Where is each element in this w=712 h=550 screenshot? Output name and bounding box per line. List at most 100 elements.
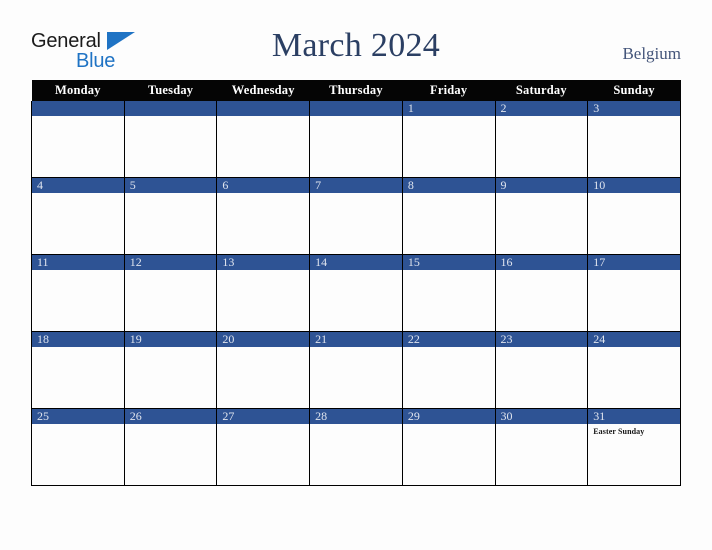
day-number <box>217 101 310 116</box>
calendar-day-cell[interactable]: 6 <box>216 177 311 255</box>
calendar-day-cell[interactable]: 19 <box>123 331 218 409</box>
calendar-day-cell[interactable]: 17 <box>587 254 681 332</box>
calendar-day-cell[interactable]: 5 <box>123 177 218 255</box>
calendar-day-cell[interactable]: 14 <box>309 254 403 332</box>
page-title: March 2024 <box>271 27 441 64</box>
day-number: 27 <box>217 409 310 424</box>
day-number <box>32 101 124 116</box>
day-events <box>125 270 217 272</box>
day-events <box>310 116 402 118</box>
day-events <box>217 270 309 272</box>
day-events <box>32 193 124 195</box>
day-events <box>217 193 309 195</box>
weekday-header-sunday: Sunday <box>587 80 681 101</box>
calendar-day-cell[interactable]: 11 <box>31 254 125 332</box>
day-number: 1 <box>402 101 495 116</box>
day-number: 22 <box>402 332 495 347</box>
day-events <box>588 270 680 272</box>
day-number: 15 <box>402 255 495 270</box>
day-events <box>32 270 124 272</box>
calendar-day-cell[interactable]: 12 <box>123 254 218 332</box>
calendar-day-cell[interactable]: 24 <box>587 331 681 409</box>
day-events <box>125 347 217 349</box>
day-number: 28 <box>310 409 402 424</box>
day-events <box>403 424 495 426</box>
day-events <box>32 116 124 118</box>
day-number: 31 <box>588 409 680 424</box>
calendar-day-cell[interactable]: 27 <box>216 408 311 486</box>
calendar-weeks-body: 1 2 3 4 5 6 7 8 9 10 11 12 13 14 15 16 17 18 19 20 21 22 23 24 2… <box>31 101 681 486</box>
day-number: 11 <box>32 255 124 270</box>
day-event-label: Easter Sunday <box>593 427 645 436</box>
day-number: 29 <box>402 409 495 424</box>
calendar-day-cell[interactable]: 23 <box>494 331 589 409</box>
day-number: 16 <box>495 255 588 270</box>
calendar-week-row: 4 5 6 7 8 9 10 <box>31 177 681 255</box>
day-number: 13 <box>217 255 310 270</box>
weekday-header-friday: Friday <box>402 80 496 101</box>
calendar-day-cell[interactable]: 3 <box>587 101 681 178</box>
calendar-day-cell[interactable]: 29 <box>401 408 496 486</box>
calendar-day-cell[interactable]: 15 <box>401 254 496 332</box>
day-events <box>496 116 588 118</box>
day-events <box>496 347 588 349</box>
day-events <box>310 270 402 272</box>
day-events <box>217 116 309 118</box>
calendar-day-cell[interactable]: 28 <box>309 408 403 486</box>
day-events: Easter Sunday <box>588 424 680 437</box>
calendar-day-cell[interactable]: 31 Easter Sunday <box>587 408 681 486</box>
calendar-day-cell[interactable]: 21 <box>309 331 403 409</box>
weekday-header-tuesday: Tuesday <box>124 80 217 101</box>
weekday-header-row: Monday Tuesday Wednesday Thursday Friday… <box>31 80 681 101</box>
calendar-week-row: 11 12 13 14 15 16 17 <box>31 254 681 332</box>
day-events <box>310 424 402 426</box>
day-number: 6 <box>217 178 310 193</box>
calendar-day-cell[interactable]: 7 <box>309 177 403 255</box>
calendar-day-cell[interactable]: 18 <box>31 331 125 409</box>
weekday-header-thursday: Thursday <box>309 80 403 101</box>
weekday-header-saturday: Saturday <box>495 80 588 101</box>
calendar-day-cell[interactable]: 30 <box>494 408 589 486</box>
day-events <box>217 424 309 426</box>
calendar-day-cell[interactable]: 22 <box>401 331 496 409</box>
calendar-day-cell[interactable]: 8 <box>401 177 496 255</box>
country-label: Belgium <box>622 44 681 63</box>
day-number: 23 <box>495 332 588 347</box>
day-events <box>32 424 124 426</box>
day-number: 20 <box>217 332 310 347</box>
day-events <box>125 116 217 118</box>
day-number <box>124 101 217 116</box>
day-events <box>125 193 217 195</box>
page-header: General Blue March 2024 Belgium <box>0 0 712 80</box>
day-number: 9 <box>495 178 588 193</box>
day-events <box>496 270 588 272</box>
calendar-day-cell[interactable]: 25 <box>31 408 125 486</box>
day-events <box>496 424 588 426</box>
day-number: 26 <box>124 409 217 424</box>
day-events <box>588 116 680 118</box>
calendar-day-cell[interactable]: 4 <box>31 177 125 255</box>
day-events <box>32 347 124 349</box>
day-events <box>588 347 680 349</box>
day-events <box>403 116 495 118</box>
day-number: 14 <box>310 255 402 270</box>
calendar-day-cell[interactable]: 9 <box>494 177 589 255</box>
day-events <box>403 193 495 195</box>
calendar-day-cell[interactable]: 1 <box>401 101 496 178</box>
calendar-day-cell[interactable]: 26 <box>123 408 218 486</box>
day-number: 2 <box>495 101 588 116</box>
day-events <box>496 193 588 195</box>
day-number: 3 <box>588 101 680 116</box>
calendar-empty-cell <box>31 101 125 178</box>
calendar-day-cell[interactable]: 13 <box>216 254 311 332</box>
calendar-day-cell[interactable]: 10 <box>587 177 681 255</box>
calendar-day-cell[interactable]: 16 <box>494 254 589 332</box>
calendar-day-cell[interactable]: 2 <box>494 101 589 178</box>
day-number: 17 <box>588 255 680 270</box>
calendar-week-row: 25 26 27 28 29 30 31 Easter Sunday <box>31 408 681 486</box>
day-number: 24 <box>588 332 680 347</box>
calendar-page: General Blue March 2024 Belgium Monday T… <box>0 0 712 550</box>
day-number <box>310 101 402 116</box>
day-number: 30 <box>495 409 588 424</box>
calendar-day-cell[interactable]: 20 <box>216 331 311 409</box>
